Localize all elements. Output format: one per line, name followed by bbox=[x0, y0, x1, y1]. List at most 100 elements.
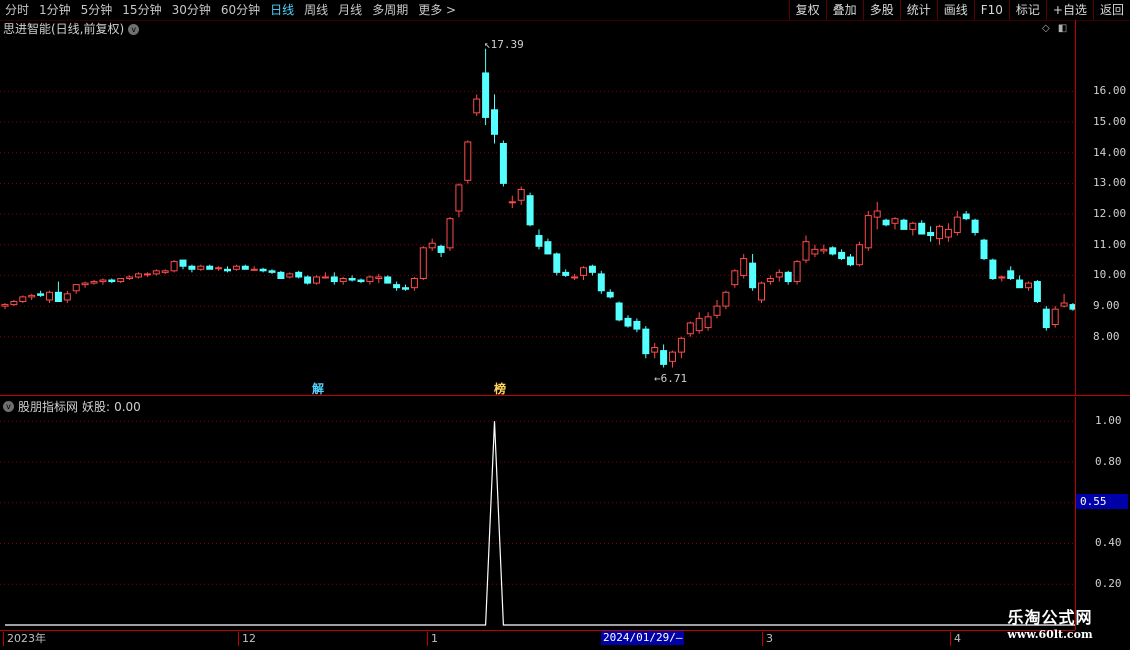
indicator-tick-0: 1.00 bbox=[1095, 414, 1122, 428]
candle bbox=[571, 273, 579, 281]
candle bbox=[108, 278, 116, 284]
candle bbox=[224, 266, 231, 273]
candle bbox=[215, 266, 223, 271]
candle bbox=[740, 253, 748, 279]
candle bbox=[126, 275, 134, 281]
candle bbox=[811, 244, 819, 258]
price-axis-line bbox=[1075, 20, 1076, 395]
candle bbox=[250, 266, 258, 271]
candle bbox=[998, 275, 1006, 282]
candle bbox=[758, 281, 765, 304]
watermark: 乐淘公式网 www.60lt.com bbox=[985, 608, 1115, 642]
candle bbox=[482, 48, 490, 126]
high-annotation: ↖17.39 bbox=[484, 38, 524, 51]
candle bbox=[135, 272, 142, 279]
watermark-title: 乐淘公式网 bbox=[1007, 608, 1093, 627]
candle bbox=[544, 238, 552, 255]
candle bbox=[606, 289, 614, 299]
candle bbox=[10, 299, 18, 307]
date-tick-2: 1 bbox=[427, 632, 438, 646]
candle bbox=[553, 252, 561, 276]
candle bbox=[499, 140, 507, 187]
price-tick-0: 16.00 bbox=[1093, 84, 1127, 98]
candle bbox=[642, 326, 650, 359]
date-cursor-label: 2024/01/29/— bbox=[601, 631, 685, 645]
candle bbox=[1, 303, 9, 310]
candle bbox=[268, 269, 276, 274]
candle bbox=[793, 260, 801, 285]
date-tick-1: 12 bbox=[238, 632, 256, 646]
candle bbox=[1007, 266, 1015, 281]
candle bbox=[28, 293, 36, 300]
candle bbox=[535, 229, 543, 250]
candlestick-chart[interactable] bbox=[0, 0, 1075, 395]
candle bbox=[633, 318, 641, 333]
candle bbox=[847, 253, 854, 267]
toolbar-button-8[interactable]: 返回 bbox=[1092, 0, 1130, 20]
candle bbox=[526, 192, 534, 227]
price-tick-6: 10.00 bbox=[1093, 268, 1127, 282]
candle bbox=[402, 284, 409, 291]
indicator-tick-1: 0.80 bbox=[1095, 454, 1122, 468]
candle bbox=[259, 267, 267, 273]
candle bbox=[330, 272, 338, 285]
candle bbox=[90, 280, 98, 285]
candle bbox=[918, 220, 926, 235]
candle bbox=[775, 269, 783, 282]
indicator-cursor-value: 0.55 bbox=[1076, 494, 1128, 509]
candle bbox=[384, 275, 392, 284]
price-tick-1: 15.00 bbox=[1093, 115, 1127, 129]
candle bbox=[873, 201, 881, 230]
candle bbox=[446, 217, 454, 251]
candle bbox=[1025, 281, 1032, 291]
candle bbox=[624, 315, 632, 328]
candle bbox=[295, 270, 303, 279]
candle bbox=[241, 264, 249, 270]
candle bbox=[410, 276, 418, 291]
candle bbox=[1060, 293, 1068, 308]
jie-badge[interactable]: 解 bbox=[312, 382, 324, 396]
candle bbox=[419, 246, 427, 281]
candle bbox=[944, 223, 952, 242]
candle bbox=[660, 344, 668, 368]
candle bbox=[1016, 275, 1024, 289]
price-tick-4: 12.00 bbox=[1093, 207, 1127, 221]
candle bbox=[802, 235, 810, 264]
candle bbox=[152, 269, 160, 276]
candle bbox=[651, 342, 659, 359]
candle bbox=[393, 281, 401, 291]
candle bbox=[517, 186, 525, 205]
candle bbox=[491, 94, 498, 144]
candle bbox=[900, 218, 908, 230]
candle bbox=[277, 270, 285, 279]
indicator-chart[interactable] bbox=[0, 397, 1075, 629]
candle bbox=[348, 275, 356, 282]
candle bbox=[63, 290, 71, 304]
low-annotation: ←6.71 bbox=[654, 372, 688, 385]
candle bbox=[855, 241, 863, 267]
candle bbox=[669, 350, 676, 368]
candle bbox=[749, 253, 757, 291]
price-tick-2: 14.00 bbox=[1093, 145, 1127, 159]
date-tick-0: 2023年 bbox=[3, 632, 46, 646]
candle bbox=[143, 272, 151, 277]
candle bbox=[597, 270, 605, 294]
bang-badge[interactable]: 榜 bbox=[494, 382, 506, 396]
candle bbox=[188, 264, 196, 273]
price-tick-5: 11.00 bbox=[1093, 237, 1127, 251]
candle bbox=[357, 278, 365, 284]
indicator-tick-3: 0.40 bbox=[1095, 536, 1122, 550]
candle bbox=[286, 272, 294, 279]
watermark-url: www.60lt.com bbox=[1007, 628, 1093, 641]
panel-divider bbox=[0, 395, 1130, 396]
candle bbox=[321, 272, 329, 279]
candle bbox=[882, 218, 890, 227]
candle bbox=[562, 269, 570, 277]
candle bbox=[179, 259, 187, 270]
candle bbox=[366, 275, 374, 285]
candle bbox=[72, 284, 80, 294]
candle bbox=[713, 299, 721, 319]
candle bbox=[455, 183, 463, 218]
candle bbox=[304, 275, 312, 285]
candle bbox=[99, 278, 107, 285]
